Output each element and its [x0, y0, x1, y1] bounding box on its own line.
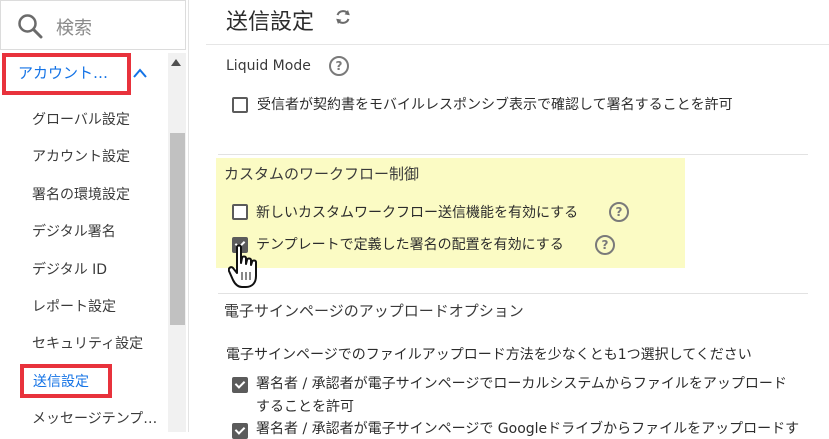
search-input[interactable]: 検索 — [0, 0, 186, 50]
custom-workflow-option-label: 新しいカスタムワークフロー送信機能を有効にする — [256, 205, 579, 221]
scroll-up-arrow-icon[interactable] — [171, 59, 181, 66]
custom-workflow-help-icon[interactable]: ? — [609, 202, 629, 222]
workflow-heading: カスタムのワークフロー制御 — [224, 165, 420, 183]
chevron-up-icon[interactable] — [133, 68, 147, 78]
liquid-mode-option-label: 受信者が契約書をモバイルレスポンシブ表示で確認して署名することを許可 — [257, 97, 733, 113]
sidebar-item-message-templates[interactable]: メッセージテンプ… — [32, 408, 157, 428]
liquid-mode-heading: Liquid Mode — [226, 58, 311, 74]
upload-local-checkbox[interactable] — [232, 377, 248, 393]
scrollbar-thumb[interactable] — [170, 133, 185, 325]
hand-pointer-icon — [228, 244, 257, 288]
upload-options-heading: 電子サインページのアップロードオプション — [224, 302, 524, 320]
sidebar-item-security-settings[interactable]: セキュリティ設定 — [32, 333, 143, 353]
sidebar-item-signature-preferences[interactable]: 署名の環境設定 — [32, 184, 130, 204]
sidebar-item-digital-id[interactable]: デジタル ID — [32, 259, 107, 279]
sidebar-item-send-settings[interactable]: 送信設定 — [33, 371, 89, 391]
section-divider — [218, 293, 808, 294]
header-divider — [206, 44, 829, 45]
upload-instruction: 電子サインページでのファイルアップロード方法を少なくとも1つ選択してください — [226, 347, 752, 363]
section-divider — [218, 154, 808, 155]
upload-local-label-line1: 署名者 / 承認者が電子サインページでローカルシステムからファイルをアップロード — [256, 376, 787, 392]
custom-workflow-checkbox[interactable] — [232, 204, 248, 220]
sidebar-item-account-settings[interactable]: アカウント設定 — [32, 146, 130, 166]
liquid-mode-help-icon[interactable]: ? — [329, 56, 349, 76]
sidebar-item-digital-signature[interactable]: デジタル署名 — [32, 221, 116, 241]
sidebar-item-report-settings[interactable]: レポート設定 — [32, 296, 116, 316]
upload-local-label-line2: することを許可 — [256, 399, 354, 415]
search-placeholder: 検索 — [56, 18, 92, 39]
search-icon — [18, 14, 43, 39]
upload-google-drive-checkbox[interactable] — [232, 423, 248, 439]
sidebar: 検索 アカウント… グローバル設定 アカウント設定 署名の環境設定 デジタル署名… — [0, 0, 189, 432]
page-title: 送信設定 — [226, 10, 315, 35]
upload-google-drive-label: 署名者 / 承認者が電子サインページで Googleドライブからファイルをアップ… — [256, 421, 800, 437]
template-placement-option-label: テンプレートで定義した署名の配置を有効にする — [256, 237, 564, 253]
liquid-mode-checkbox[interactable] — [232, 97, 248, 113]
sidebar-item-global-settings[interactable]: グローバル設定 — [32, 109, 130, 129]
refresh-icon[interactable] — [334, 8, 352, 26]
account-section-toggle[interactable]: アカウント… — [18, 62, 108, 83]
template-placement-help-icon[interactable]: ? — [595, 235, 615, 255]
